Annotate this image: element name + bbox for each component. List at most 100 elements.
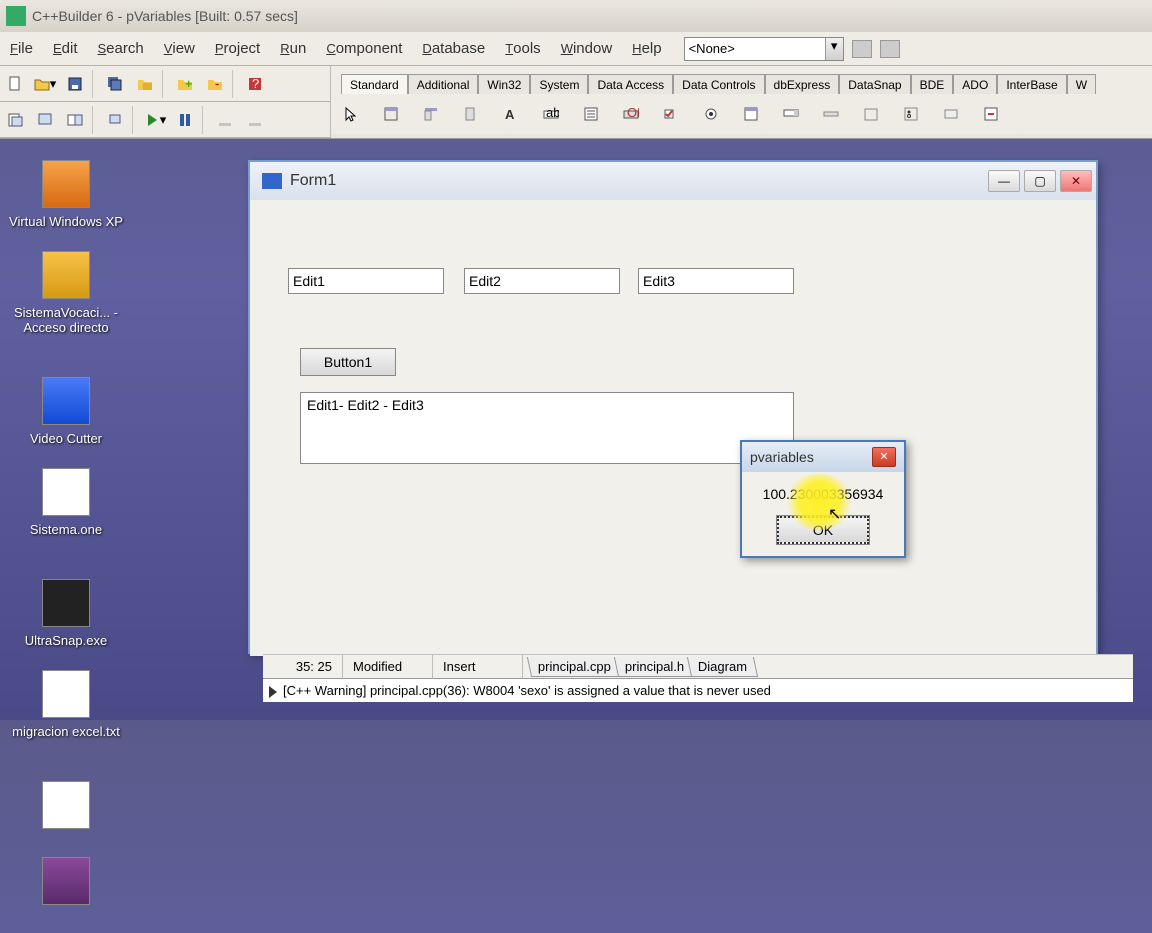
message-dialog: pvariables ✕ 100.230003356934 OK ↖ <box>740 440 906 558</box>
view-form-icon[interactable] <box>32 107 58 133</box>
memo1[interactable]: Edit1- Edit2 - Edit3 <box>300 392 794 464</box>
maximize-button[interactable]: ▢ <box>1024 170 1056 192</box>
open-icon[interactable]: ▾ <box>32 71 58 97</box>
menu-help[interactable]: Help <box>622 36 671 61</box>
edit2-field[interactable] <box>464 268 620 294</box>
modified-indicator: Modified <box>343 655 433 679</box>
open-project-icon[interactable] <box>132 71 158 97</box>
listbox-icon[interactable] <box>737 100 765 128</box>
desktop-icon-sistema-vocaci[interactable]: SistemaVocaci... - Acceso directo <box>6 251 126 335</box>
message-panel[interactable]: [C++ Warning] principal.cpp(36): W8004 '… <box>263 678 1133 702</box>
tab-standard[interactable]: Standard <box>341 74 408 94</box>
desktop-icon-blank2[interactable] <box>6 857 126 911</box>
view-unit-icon[interactable] <box>2 107 28 133</box>
scrollbar-icon[interactable] <box>817 100 845 128</box>
mainmenu-icon[interactable] <box>417 100 445 128</box>
tab-principal-h[interactable]: principal.h <box>614 657 696 677</box>
menu-file[interactable]: File <box>0 36 43 61</box>
menu-window[interactable]: Window <box>551 36 622 61</box>
dialog-title-bar[interactable]: pvariables ✕ <box>742 442 904 472</box>
help-icon[interactable]: ? <box>242 71 268 97</box>
toggle-form-unit-icon[interactable] <box>62 107 88 133</box>
ide-frame: C++Builder 6 - pVariables [Built: 0.57 s… <box>0 0 1152 139</box>
form-body[interactable]: Button1 Edit1- Edit2 - Edit3 <box>250 200 1096 656</box>
label-icon[interactable]: A <box>497 100 525 128</box>
remove-file-icon[interactable]: - <box>202 71 228 97</box>
desktop-icon-ultrasnap[interactable]: UltraSnap.exe <box>6 579 126 648</box>
checkbox-component-icon[interactable] <box>657 100 685 128</box>
save-desktop-icon[interactable] <box>852 40 872 58</box>
menu-bar: File Edit Search View Project Run Compon… <box>0 32 1152 66</box>
desktop-icon-sistema-one[interactable]: Sistema.one <box>6 468 126 537</box>
debug-toolbar: ▾ <box>0 102 330 138</box>
svg-text:-: - <box>215 76 219 91</box>
frames-icon[interactable] <box>377 100 405 128</box>
edit-component-icon[interactable]: ab <box>537 100 565 128</box>
desktop-icon-video-cutter[interactable]: Video Cutter <box>6 377 126 446</box>
groupbox-icon[interactable] <box>857 100 885 128</box>
tab-dbexpress[interactable]: dbExpress <box>765 74 840 94</box>
edit1-field[interactable] <box>288 268 444 294</box>
actionlist-icon[interactable] <box>977 100 1005 128</box>
desktop-icon-blank1[interactable] <box>6 781 126 835</box>
tab-principal-cpp[interactable]: principal.cpp <box>527 657 622 677</box>
run-icon[interactable]: ▾ <box>142 107 168 133</box>
edit3-field[interactable] <box>638 268 794 294</box>
menu-database[interactable]: Database <box>412 36 495 61</box>
pause-icon[interactable] <box>172 107 198 133</box>
button-component-icon[interactable]: OK <box>617 100 645 128</box>
menu-search[interactable]: Search <box>87 36 153 61</box>
menu-tools[interactable]: Tools <box>495 36 550 61</box>
set-debug-desktop-icon[interactable] <box>880 40 900 58</box>
menu-view[interactable]: View <box>154 36 205 61</box>
desktop-icon-migracion[interactable]: migracion excel.txt <box>6 670 126 739</box>
add-file-icon[interactable]: + <box>172 71 198 97</box>
svg-text:ab: ab <box>546 106 559 120</box>
close-button[interactable]: ✕ <box>1060 170 1092 192</box>
tab-diagram[interactable]: Diagram <box>687 657 758 677</box>
tab-additional[interactable]: Additional <box>408 74 479 94</box>
radiogroup-icon[interactable] <box>897 100 925 128</box>
chevron-down-icon[interactable]: ▾ <box>825 38 843 60</box>
popupmenu-icon[interactable] <box>457 100 485 128</box>
tab-bde[interactable]: BDE <box>911 74 954 94</box>
editor-tabs: principal.cpp principal.h Diagram <box>529 657 752 677</box>
new-form-icon[interactable] <box>102 107 128 133</box>
menu-edit[interactable]: Edit <box>43 36 88 61</box>
tab-data-access[interactable]: Data Access <box>588 74 673 94</box>
component-palette-tabs: Standard Additional Win32 System Data Ac… <box>341 70 1152 94</box>
pointer-icon[interactable] <box>337 100 365 128</box>
dialog-ok-button[interactable]: OK <box>777 516 869 544</box>
trace-into-icon[interactable] <box>212 107 238 133</box>
tab-system[interactable]: System <box>530 74 588 94</box>
dialog-message: 100.230003356934 <box>750 486 896 516</box>
step-over-icon[interactable] <box>242 107 268 133</box>
ide-title: C++Builder 6 - pVariables [Built: 0.57 s… <box>32 8 298 24</box>
tab-datasnap[interactable]: DataSnap <box>839 74 910 94</box>
tab-more[interactable]: W <box>1067 74 1096 94</box>
tab-win32[interactable]: Win32 <box>478 74 530 94</box>
expand-icon[interactable] <box>269 686 277 698</box>
minimize-button[interactable]: — <box>988 170 1020 192</box>
new-icon[interactable] <box>2 71 28 97</box>
button1[interactable]: Button1 <box>300 348 396 376</box>
radiobutton-component-icon[interactable] <box>697 100 725 128</box>
form-title-bar[interactable]: Form1 — ▢ ✕ <box>250 162 1096 200</box>
compiler-warning: [C++ Warning] principal.cpp(36): W8004 '… <box>283 683 771 698</box>
desktop-icon-virtual-windows[interactable]: Virtual Windows XP <box>6 160 126 229</box>
dialog-close-icon[interactable]: ✕ <box>872 447 896 467</box>
combobox-icon[interactable] <box>777 100 805 128</box>
save-all-icon[interactable] <box>102 71 128 97</box>
memo-icon[interactable] <box>577 100 605 128</box>
desktop-icons: Virtual Windows XP SistemaVocaci... - Ac… <box>6 160 246 933</box>
menu-component[interactable]: Component <box>316 36 412 61</box>
menu-run[interactable]: Run <box>270 36 316 61</box>
tab-interbase[interactable]: InterBase <box>997 74 1066 94</box>
desktop-combo[interactable]: <None> ▾ <box>684 37 844 61</box>
menu-project[interactable]: Project <box>205 36 270 61</box>
tab-data-controls[interactable]: Data Controls <box>673 74 764 94</box>
combo-value: <None> <box>685 41 825 56</box>
panel-icon[interactable] <box>937 100 965 128</box>
tab-ado[interactable]: ADO <box>953 74 997 94</box>
save-icon[interactable] <box>62 71 88 97</box>
